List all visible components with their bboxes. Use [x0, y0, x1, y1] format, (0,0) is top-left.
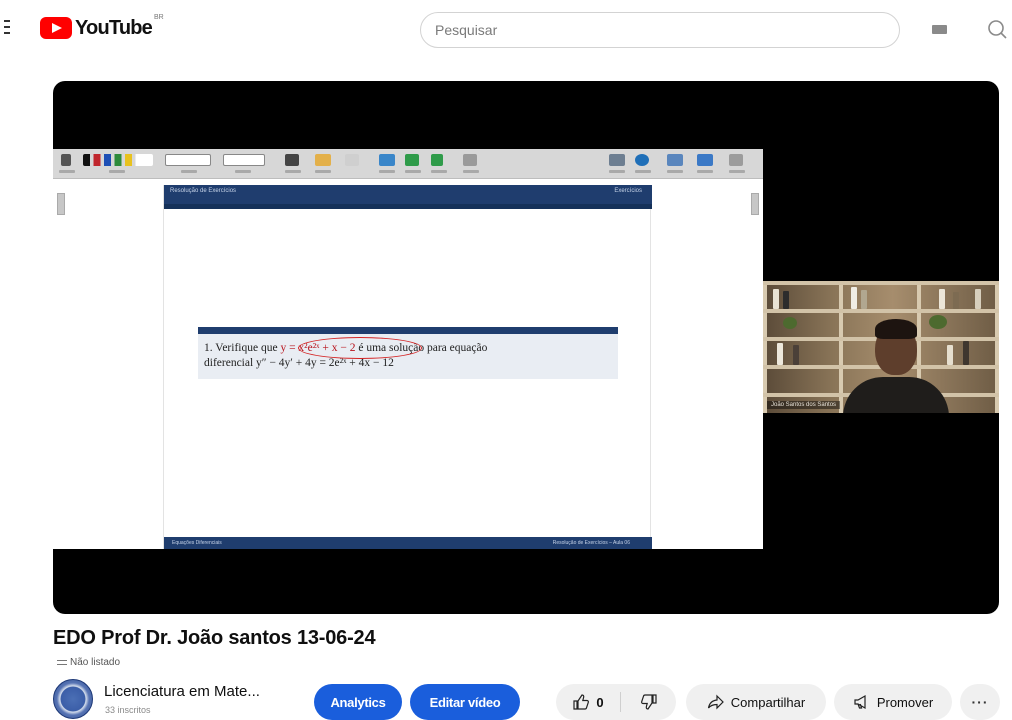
settings-icon — [463, 154, 477, 166]
video-player[interactable]: Resolução de Exercícios Exercícios 1. Ve… — [53, 81, 999, 614]
thumbs-up-icon — [573, 694, 590, 710]
like-button[interactable]: 0 — [556, 684, 620, 720]
slide-header-right: Exercícios — [614, 188, 642, 194]
share-button[interactable]: Compartilhar — [686, 684, 826, 720]
visibility-status: Não listado — [57, 657, 120, 668]
share-label: Compartilhar — [730, 694, 806, 710]
line-style-icon — [165, 154, 211, 166]
search-icon[interactable] — [986, 18, 1008, 40]
lecture-slide: Resolução de Exercícios Exercícios 1. Ve… — [163, 185, 652, 549]
fullscreen-icon — [729, 154, 743, 166]
annotation-ellipse — [298, 337, 422, 359]
monitor-icon — [697, 154, 713, 166]
logo-country-code: BR — [153, 14, 164, 21]
dislike-button[interactable] — [622, 684, 676, 720]
page-icon — [405, 154, 419, 166]
screen-icon — [285, 154, 299, 166]
masthead: YouTube BR — [0, 0, 1012, 56]
play-logo-icon — [40, 17, 72, 39]
left-page-tab — [57, 193, 65, 215]
thumbs-down-icon — [641, 694, 657, 710]
highlighter-icon — [315, 154, 331, 166]
image-icon — [379, 154, 395, 166]
edit-video-button[interactable]: Editar vídeo — [410, 684, 520, 720]
shared-screen: Resolução de Exercícios Exercícios 1. Ve… — [53, 149, 763, 549]
color-palette — [83, 154, 153, 166]
youtube-studio-watch-page: YouTube BR Pesquisar Resolução de Exercí… — [0, 0, 1012, 720]
promote-label: Promover — [876, 694, 934, 710]
presentation-toolbar — [53, 149, 763, 179]
keyboard-icon[interactable] — [932, 25, 947, 34]
channel-avatar[interactable] — [53, 679, 93, 719]
search-input[interactable] — [421, 13, 899, 47]
video-title: EDO Prof Dr. João santos 13-06-24 — [53, 627, 376, 649]
eraser-icon — [345, 154, 359, 166]
right-page-tab — [751, 193, 759, 215]
megaphone-icon — [854, 694, 866, 710]
line-width-icon — [223, 154, 265, 166]
slide-footer-left: Equações Diferenciais — [172, 540, 222, 546]
menu-icon[interactable] — [4, 20, 14, 36]
pen-tool-icon — [61, 154, 71, 166]
subscriber-count: 33 inscritos — [105, 705, 151, 715]
slide-footer-right: Resolução de Exercícios – Aula 06 — [552, 540, 630, 546]
webcam-name-label: João Santos dos Santos — [767, 401, 841, 409]
like-dislike-group: 0 — [556, 684, 676, 720]
camera-icon — [609, 154, 625, 166]
more-actions-button[interactable]: ··· — [960, 684, 1000, 720]
slide-header: Resolução de Exercícios Exercícios — [164, 185, 652, 209]
promote-button[interactable]: Promover — [834, 684, 952, 720]
analytics-button[interactable]: Analytics — [314, 684, 402, 720]
page-alt-icon — [431, 154, 443, 166]
youtube-logo[interactable]: YouTube BR — [40, 14, 164, 40]
share-arrow-icon — [707, 694, 724, 710]
unlisted-link-icon — [57, 660, 67, 665]
exercise-box: 1. Verifique que y = x²e²ˣ + x − 2 é uma… — [198, 327, 618, 379]
slide-header-left: Resolução de Exercícios — [170, 188, 237, 194]
visibility-label: Não listado — [70, 657, 121, 668]
logo-text: YouTube — [75, 16, 153, 39]
folder-icon — [667, 154, 683, 166]
channel-name[interactable]: Licenciatura em Mate... — [104, 683, 260, 700]
exercise-prefix: 1. Verifique que — [204, 342, 278, 354]
globe-icon — [635, 154, 649, 166]
webcam-view: João Santos dos Santos — [763, 281, 999, 413]
like-count: 0 — [596, 694, 604, 710]
exercise-bar — [198, 327, 618, 334]
search-box — [420, 12, 900, 48]
slide-footer: Equações Diferenciais Resolução de Exerc… — [164, 537, 652, 549]
